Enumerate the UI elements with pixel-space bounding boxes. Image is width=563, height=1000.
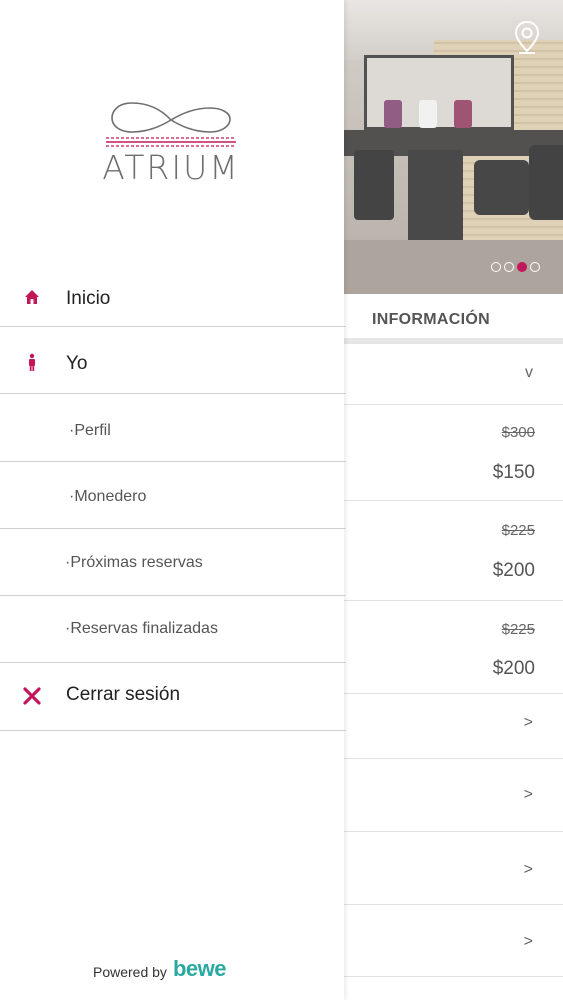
menu-item-perfil[interactable]: ·Perfil [0,394,346,462]
menu-item-label: ·Reservas finalizadas [65,620,218,637]
section-title: INFORMACIÓN [344,294,563,338]
menu-item-proximas-reservas[interactable]: ·Próximas reservas [0,529,346,596]
menu-item-label: Inicio [66,288,111,309]
expand-row[interactable]: v [344,344,563,405]
home-icon [25,290,39,304]
category-row[interactable] [344,977,563,1000]
carousel-dot[interactable] [504,262,514,272]
menu-item-label: ·Perfil [69,422,111,439]
chevron-right-icon: > [523,714,533,731]
infinity-ribbon-icon [106,102,236,147]
category-row[interactable]: > [344,694,563,759]
atrium-logo: ATRIUM [98,98,244,190]
discount-price: $200 [492,658,535,679]
menu-item-label: Yo [66,353,88,374]
service-row[interactable]: $300 $150 [344,405,563,501]
category-row[interactable]: > [344,832,563,905]
chevron-right-icon: > [523,861,533,878]
carousel-dot[interactable] [491,262,501,272]
person-icon [29,353,35,371]
category-row[interactable]: > [344,759,563,832]
service-row[interactable]: $225 $200 [344,601,563,694]
location-pin-icon[interactable] [514,20,540,54]
old-price: $300 [501,424,535,441]
menu-item-label: ·Monedero [69,488,147,505]
menu-item-monedero[interactable]: ·Monedero [0,462,346,529]
powered-by-footer: Powered by bewe [93,958,227,981]
old-price: $225 [501,522,535,539]
service-row[interactable]: $225 $200 [344,501,563,601]
carousel-dot-active[interactable] [517,262,527,272]
menu-item-label: ·Próximas reservas [65,554,203,571]
discount-price: $200 [492,560,535,581]
chevron-right-icon: > [523,786,533,803]
discount-price: $150 [492,462,535,483]
chevron-down-icon: v [525,364,533,381]
category-row[interactable]: > [344,905,563,977]
menu-item-cerrar-sesion[interactable]: Cerrar sesión [0,663,346,731]
old-price: $225 [501,621,535,638]
menu-item-reservas-finalizadas[interactable]: ·Reservas finalizadas [0,596,346,663]
carousel-dot[interactable] [530,262,540,272]
bewe-logo[interactable]: bewe [173,958,227,980]
chevron-right-icon: > [523,933,533,950]
brand-name: ATRIUM [102,148,240,187]
powered-by-text: Powered by [93,964,167,980]
carousel-indicators [491,262,540,272]
menu-item-inicio[interactable]: Inicio [0,264,346,327]
navigation-drawer: ATRIUM Inicio Yo ·Perfil ·Monedero ·Próx… [0,0,346,1000]
close-icon [23,687,41,705]
menu-item-yo[interactable]: Yo [0,327,346,394]
menu-item-label: Cerrar sesión [66,684,181,705]
